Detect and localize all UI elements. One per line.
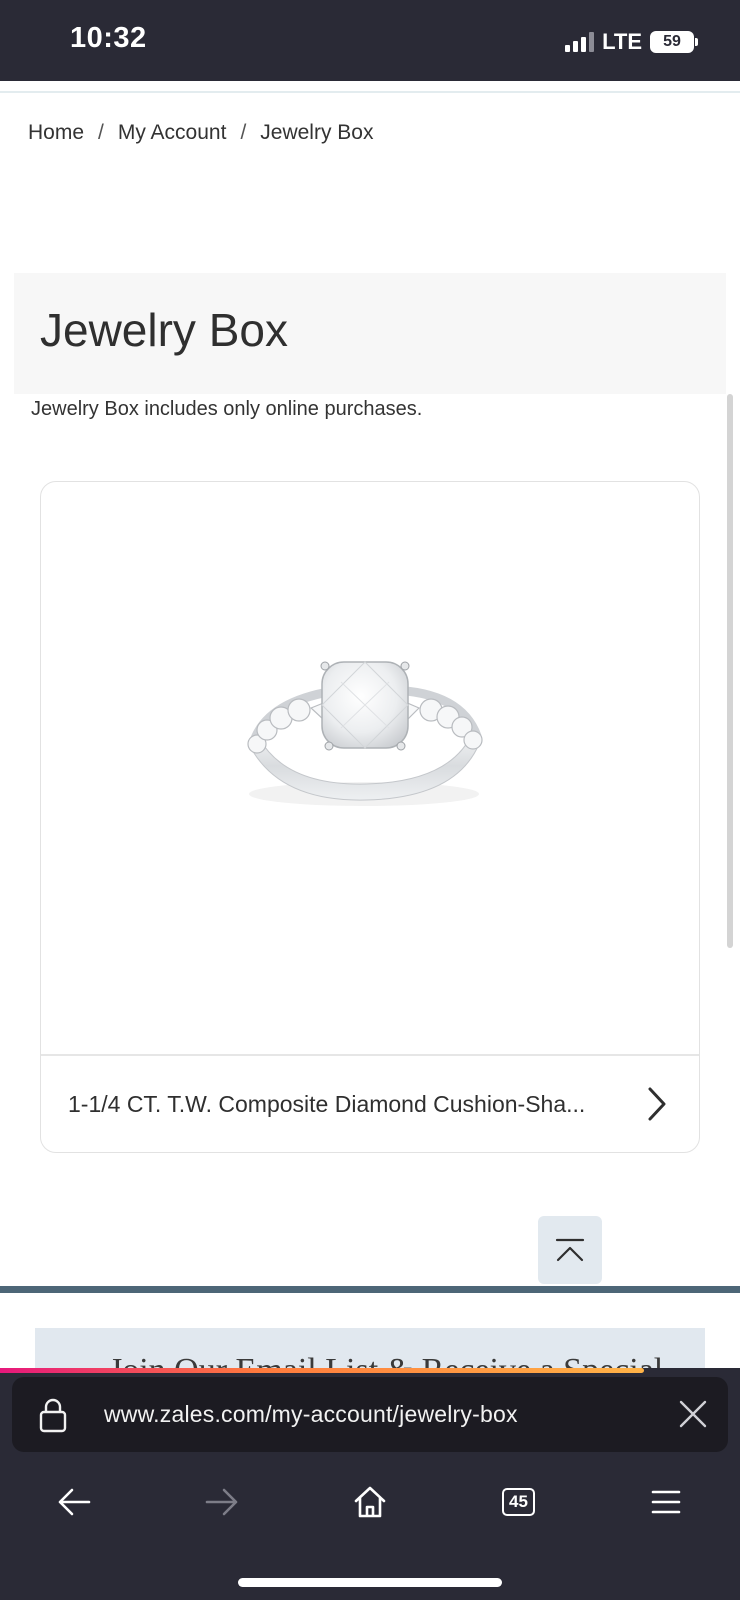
home-indicator[interactable] [238, 1578, 502, 1587]
status-bar: 10:32 LTE 59 [0, 0, 740, 81]
network-type: LTE [602, 29, 642, 54]
lock-icon[interactable] [38, 1397, 68, 1433]
breadcrumb-separator: / [240, 121, 247, 144]
page-load-progress-fill [0, 1368, 644, 1373]
signal-strength-icon [565, 32, 595, 52]
ring-illustration [247, 661, 483, 806]
page-scrollbar[interactable] [727, 394, 733, 948]
tabs-button[interactable]: 45 [490, 1474, 546, 1530]
breadcrumb-current: Jewelry Box [260, 121, 374, 144]
menu-button[interactable] [638, 1474, 694, 1530]
breadcrumb: Home / My Account / Jewelry Box [28, 121, 373, 145]
home-button[interactable] [342, 1474, 398, 1530]
back-to-top-button[interactable] [538, 1216, 602, 1284]
breadcrumb-home-link[interactable]: Home [28, 121, 84, 145]
page-title: Jewelry Box [40, 304, 288, 356]
breadcrumb-separator: / [98, 121, 104, 144]
status-time: 10:32 [70, 22, 147, 54]
url-text[interactable]: www.zales.com/my-account/jewelry-box [104, 1401, 518, 1428]
browser-toolbar: 45 [0, 1474, 740, 1530]
arrow-up-to-top-icon [555, 1238, 585, 1262]
product-link[interactable]: 1-1/4 CT. T.W. Composite Diamond Cushion… [41, 1056, 699, 1152]
product-card[interactable]: 1-1/4 CT. T.W. Composite Diamond Cushion… [40, 481, 700, 1153]
footer-divider [0, 1286, 740, 1293]
battery-icon: 59 [650, 31, 698, 53]
page-subtitle: Jewelry Box includes only online purchas… [31, 398, 423, 420]
back-button[interactable] [46, 1474, 102, 1530]
product-name[interactable]: 1-1/4 CT. T.W. Composite Diamond Cushion… [68, 1091, 627, 1118]
close-icon[interactable] [678, 1399, 708, 1429]
home-icon [354, 1486, 386, 1518]
breadcrumb-my-account-link[interactable]: My Account [118, 121, 227, 145]
tabs-count-icon: 45 [502, 1488, 535, 1516]
status-indicators: LTE 59 [565, 28, 698, 56]
ring-image[interactable] [41, 482, 699, 1054]
hamburger-menu-icon [651, 1490, 681, 1514]
title-banner: Jewelry Box [14, 273, 726, 394]
arrow-right-icon [205, 1488, 238, 1516]
header-divider [0, 91, 740, 93]
chevron-right-icon[interactable] [641, 1084, 671, 1124]
forward-button[interactable] [194, 1474, 250, 1530]
page-load-progress [0, 1368, 740, 1373]
address-bar[interactable]: www.zales.com/my-account/jewelry-box [12, 1377, 728, 1452]
arrow-left-icon [58, 1488, 91, 1516]
browser-chrome: www.zales.com/my-account/jewelry-box 45 [0, 1368, 740, 1600]
